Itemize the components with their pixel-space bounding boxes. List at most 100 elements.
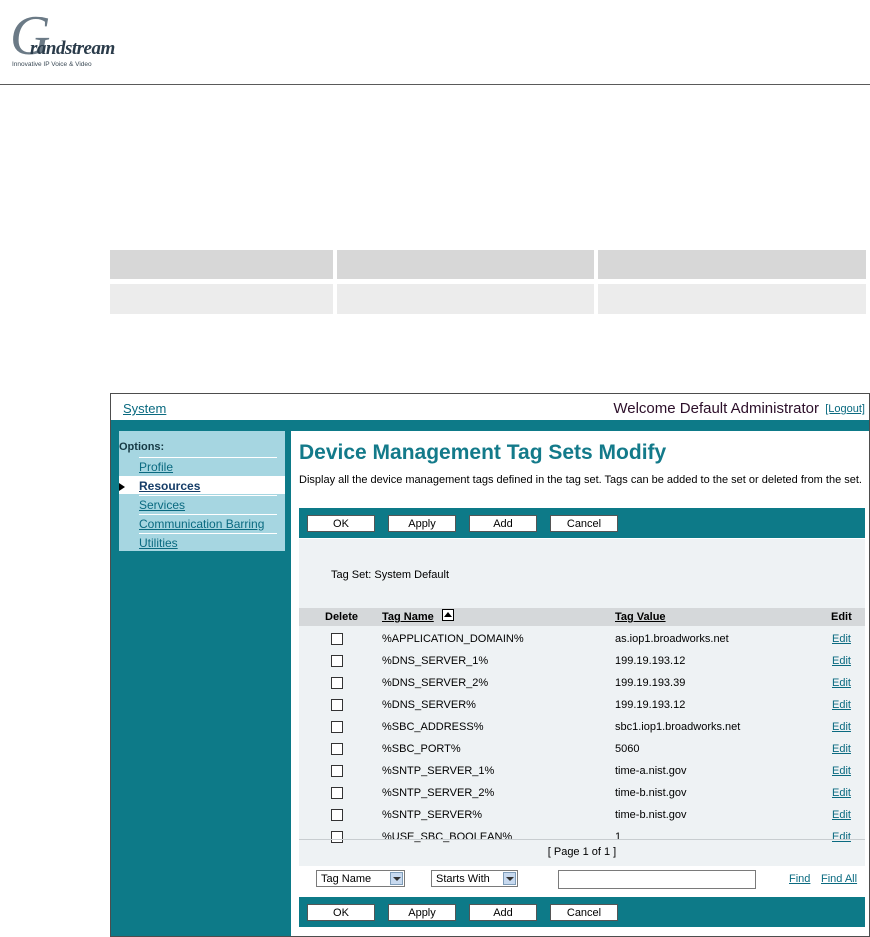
table-row: %APPLICATION_DOMAIN% as.iop1.broadworks.n… [299, 628, 865, 650]
table-row: %USE_SBC_BOOLEAN% 1 Edit [299, 826, 865, 848]
find-input[interactable] [558, 870, 756, 889]
delete-checkbox[interactable] [331, 633, 343, 645]
grandstream-logo: G randstream Innovative IP Voice & Video [10, 8, 115, 70]
apply-button[interactable]: Apply [388, 904, 456, 921]
apply-button[interactable]: Apply [388, 515, 456, 532]
header-band [111, 420, 869, 431]
edit-link[interactable]: Edit [832, 743, 851, 755]
find-all-link[interactable]: Find All [821, 873, 857, 885]
page-title: Device Management Tag Sets Modify [299, 441, 667, 464]
sidebar-item-communication-barring[interactable]: Communication Barring [139, 514, 277, 533]
edit-link[interactable]: Edit [832, 765, 851, 777]
table-row: %SNTP_SERVER_2% time-b.nist.gov Edit [299, 782, 865, 804]
delete-column-header: Delete [325, 611, 359, 623]
table-row: %SNTP_SERVER% time-b.nist.gov Edit [299, 804, 865, 826]
top-bar: System Welcome Default Administrator [Lo… [111, 394, 869, 420]
table-header: Delete Tag Name Tag Value Edit [299, 608, 865, 626]
page-description: Display all the device management tags d… [299, 474, 862, 486]
edit-column-header: Edit [831, 611, 852, 623]
delete-checkbox[interactable] [331, 765, 343, 777]
tag-name-cell: %SBC_PORT% [382, 743, 461, 755]
gray-table-cell [598, 284, 866, 314]
main-content: Device Management Tag Sets Modify Displa… [291, 431, 869, 936]
logo-word: randstream [30, 38, 115, 59]
ok-button[interactable]: OK [307, 515, 375, 532]
sort-ascending-icon[interactable] [442, 609, 454, 621]
sidebar-item-services[interactable]: Services [139, 495, 277, 514]
edit-link[interactable]: Edit [832, 655, 851, 667]
tag-name-cell: %SNTP_SERVER_2% [382, 787, 495, 799]
table-row: %DNS_SERVER_2% 199.19.193.39 Edit [299, 672, 865, 694]
find-bar: Tag Name Starts With Find Find All [299, 866, 865, 896]
delete-checkbox[interactable] [331, 743, 343, 755]
tag-name-cell: %DNS_SERVER_2% [382, 677, 489, 689]
table-row: %DNS_SERVER_1% 199.19.193.12 Edit [299, 650, 865, 672]
delete-checkbox[interactable] [331, 699, 343, 711]
sidebar-item-resources[interactable]: Resources [119, 476, 285, 494]
chevron-down-icon[interactable] [503, 872, 516, 885]
tag-value-column-header[interactable]: Tag Value [615, 611, 666, 623]
delete-checkbox[interactable] [331, 655, 343, 667]
find-field-select[interactable]: Tag Name [316, 870, 405, 887]
options-title: Options: [119, 441, 165, 453]
top-button-bar: OK Apply Add Cancel [299, 508, 865, 538]
edit-link[interactable]: Edit [832, 677, 851, 689]
system-link[interactable]: System [123, 401, 166, 416]
gray-table-cell [110, 284, 333, 314]
sidebar-item-label: Resources [139, 479, 201, 493]
delete-checkbox[interactable] [331, 677, 343, 689]
cancel-button[interactable]: Cancel [550, 904, 618, 921]
tag-name-cell: %DNS_SERVER% [382, 699, 476, 711]
tag-value-cell: time-a.nist.gov [615, 765, 687, 777]
header-divider [0, 84, 870, 85]
edit-link[interactable]: Edit [832, 633, 851, 645]
sidebar-item-utilities[interactable]: Utilities [139, 533, 277, 552]
edit-link[interactable]: Edit [832, 787, 851, 799]
ok-button[interactable]: OK [307, 904, 375, 921]
table-row: %DNS_SERVER% 199.19.193.12 Edit [299, 694, 865, 716]
sidebar: Options: Profile Resources Services Comm… [111, 431, 291, 936]
add-button[interactable]: Add [469, 515, 537, 532]
gray-table-cell [337, 284, 594, 314]
tag-set-label: Tag Set: System Default [331, 569, 449, 581]
tag-name-cell: %SNTP_SERVER_1% [382, 765, 495, 777]
edit-link[interactable]: Edit [832, 831, 851, 843]
table-row: %SNTP_SERVER_1% time-a.nist.gov Edit [299, 760, 865, 782]
current-arrow-icon [119, 483, 125, 491]
tag-value-cell: 1 [615, 831, 622, 843]
tag-value-cell: time-b.nist.gov [615, 809, 687, 821]
gray-table-header-cell [598, 250, 866, 279]
find-mode-select[interactable]: Starts With [431, 870, 518, 887]
add-button[interactable]: Add [469, 904, 537, 921]
delete-checkbox[interactable] [331, 787, 343, 799]
tag-name-column-header[interactable]: Tag Name [382, 611, 434, 623]
pager-divider [299, 839, 865, 840]
edit-link[interactable]: Edit [832, 721, 851, 733]
bottom-button-bar: OK Apply Add Cancel [299, 897, 865, 927]
tag-value-cell: 199.19.193.12 [615, 655, 686, 667]
chevron-down-icon[interactable] [390, 872, 403, 885]
tag-value-cell: 199.19.193.12 [615, 699, 686, 711]
logo-tagline: Innovative IP Voice & Video [12, 61, 92, 68]
edit-link[interactable]: Edit [832, 809, 851, 821]
tag-value-cell: as.iop1.broadworks.net [615, 633, 729, 645]
delete-checkbox[interactable] [331, 831, 343, 843]
find-mode-select-value: Starts With [436, 873, 490, 885]
tag-name-cell: %USE_SBC_BOOLEAN% [382, 831, 513, 843]
cancel-button[interactable]: Cancel [550, 515, 618, 532]
sidebar-item-profile[interactable]: Profile [139, 457, 277, 476]
welcome-text: Welcome Default Administrator [613, 400, 819, 417]
find-field-select-value: Tag Name [321, 873, 372, 885]
tag-name-cell: %SNTP_SERVER% [382, 809, 483, 821]
tag-value-cell: 199.19.193.39 [615, 677, 686, 689]
edit-link[interactable]: Edit [832, 699, 851, 711]
delete-checkbox[interactable] [331, 809, 343, 821]
delete-checkbox[interactable] [331, 721, 343, 733]
tag-name-cell: %DNS_SERVER_1% [382, 655, 489, 667]
tag-name-cell: %APPLICATION_DOMAIN% [382, 633, 524, 645]
pager-text: [ Page 1 of 1 ] [547, 846, 617, 858]
gray-table-header-cell [110, 250, 333, 279]
find-link[interactable]: Find [789, 873, 810, 885]
logout-link[interactable]: [Logout] [825, 403, 865, 415]
web-ui-screenshot: System Welcome Default Administrator [Lo… [110, 393, 870, 937]
